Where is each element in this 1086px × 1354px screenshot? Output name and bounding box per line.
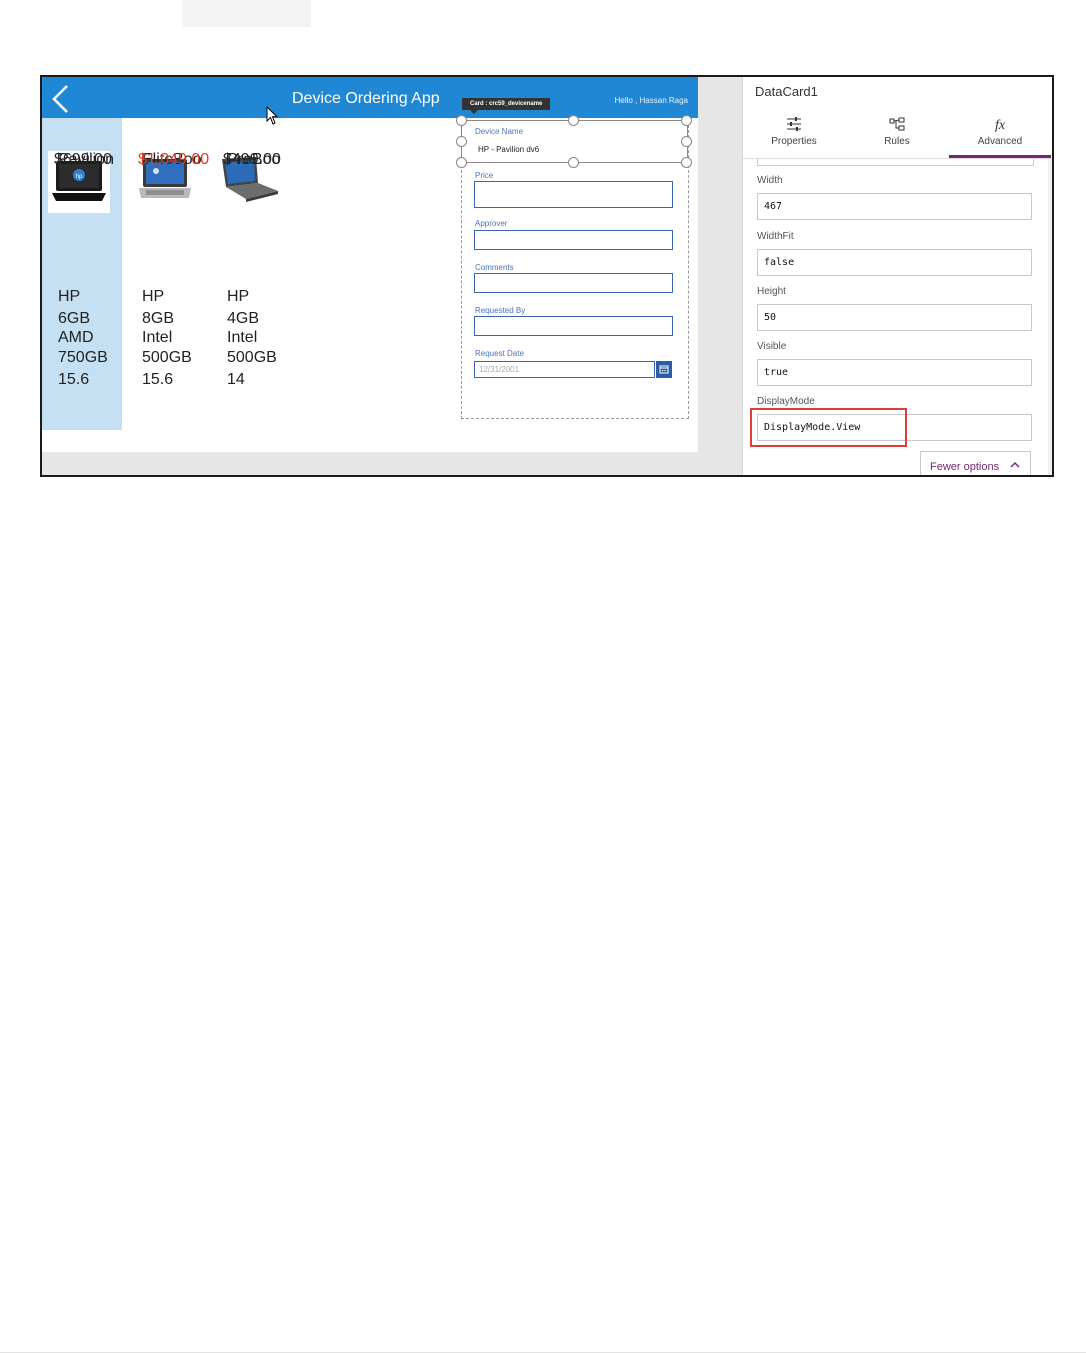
- device-price: $1,049.00: [138, 151, 210, 168]
- resize-handle[interactable]: [456, 136, 467, 147]
- panel-scrollbar[interactable]: [1048, 159, 1052, 475]
- fewer-options-label: Fewer options: [930, 461, 1000, 473]
- device-cpu: AMD: [58, 329, 94, 346]
- device-price: $499.00: [223, 151, 281, 168]
- app-header: Device Ordering App Hello , Hassan Raga: [42, 77, 698, 118]
- resize-handle[interactable]: [456, 115, 467, 126]
- device-ram: 4GB: [227, 310, 260, 327]
- tab-rules[interactable]: Rules: [846, 115, 948, 155]
- chevron-up-icon: [1010, 461, 1020, 468]
- device-ram: 6GB: [58, 310, 91, 327]
- device-brand: HP: [142, 288, 165, 305]
- tab-label: Rules: [884, 136, 910, 147]
- device-name-value: HP - Pavilion dv6: [478, 145, 540, 154]
- sliders-icon: [787, 117, 801, 131]
- screenshot-frame: Device Ordering App Hello , Hassan Raga …: [40, 75, 1054, 477]
- tab-properties[interactable]: Properties: [743, 115, 845, 155]
- greeting-text: Hello , Hassan Raga: [614, 96, 688, 105]
- device-storage: 500GB: [227, 349, 277, 366]
- device-price: $699.00: [54, 151, 112, 168]
- height-input[interactable]: 50: [757, 304, 1032, 331]
- fewer-options-button[interactable]: Fewer options: [920, 451, 1031, 475]
- device-screen: 14: [227, 371, 245, 388]
- displaymode-label: DisplayMode: [757, 396, 815, 407]
- request-date-input[interactable]: 12/31/2001: [474, 361, 655, 378]
- card-tooltip: Card : crc59_devicename: [462, 98, 551, 114]
- device-storage: 750GB: [58, 349, 108, 366]
- price-label: Price: [475, 171, 494, 180]
- comments-input[interactable]: [474, 273, 673, 293]
- width-input[interactable]: 467: [757, 193, 1032, 220]
- height-label: Height: [757, 286, 786, 297]
- fx-icon: fx: [995, 118, 1006, 133]
- widthfit-label: WidthFit: [757, 231, 794, 242]
- design-canvas: Device Ordering App Hello , Hassan Raga …: [42, 77, 742, 475]
- resize-handle[interactable]: [456, 157, 467, 168]
- price-input[interactable]: [474, 181, 673, 208]
- app-screen: Device Ordering App Hello , Hassan Raga …: [42, 77, 698, 452]
- device-cpu: Intel: [142, 329, 173, 346]
- page-bottom-divider: [0, 1352, 1086, 1353]
- tab-label: Properties: [771, 136, 817, 147]
- requested-by-input[interactable]: [474, 316, 673, 336]
- rules-icon: [889, 117, 905, 131]
- top-placeholder-box: [182, 0, 311, 27]
- properties-panel: DataCard1 Properties Rules fx Advanced W…: [743, 77, 1052, 475]
- property-input-partial[interactable]: [757, 159, 1034, 166]
- resize-handle[interactable]: [568, 157, 579, 168]
- widthfit-input[interactable]: false: [757, 249, 1032, 276]
- annotation-highlight-box: [750, 408, 907, 447]
- active-tab-indicator: [949, 155, 1051, 158]
- device-storage: 500GB: [142, 349, 192, 366]
- device-brand: HP: [227, 288, 250, 305]
- visible-label: Visible: [757, 341, 787, 352]
- resize-handle[interactable]: [681, 157, 692, 168]
- mouse-cursor-icon: [266, 106, 279, 125]
- device-brand: HP: [58, 288, 81, 305]
- visible-input[interactable]: true: [757, 359, 1032, 386]
- back-arrow-icon[interactable]: [50, 83, 72, 115]
- approver-label: Approver: [475, 219, 508, 228]
- tab-advanced[interactable]: fx Advanced: [949, 115, 1051, 155]
- svg-text:hp: hp: [76, 174, 83, 180]
- device-cpu: Intel: [227, 329, 258, 346]
- tab-label: Advanced: [977, 136, 1023, 147]
- resize-handle[interactable]: [681, 115, 692, 126]
- calendar-button[interactable]: [656, 361, 672, 378]
- panel-title: DataCard1: [755, 84, 818, 99]
- svg-text:fx: fx: [995, 118, 1006, 133]
- resize-handle[interactable]: [681, 136, 692, 147]
- app-title: Device Ordering App: [292, 90, 440, 107]
- device-screen: 15.6: [142, 371, 174, 388]
- device-screen: 15.6: [58, 371, 90, 388]
- calendar-icon: [659, 365, 669, 374]
- request-date-label: Request Date: [475, 349, 524, 358]
- approver-input[interactable]: [474, 230, 673, 250]
- device-name-label: Device Name: [475, 127, 524, 136]
- resize-handle[interactable]: [568, 115, 579, 126]
- width-label: Width: [757, 175, 783, 186]
- device-ram: 8GB: [142, 310, 175, 327]
- comments-label: Comments: [475, 263, 514, 272]
- requested-by-label: Requested By: [475, 306, 526, 315]
